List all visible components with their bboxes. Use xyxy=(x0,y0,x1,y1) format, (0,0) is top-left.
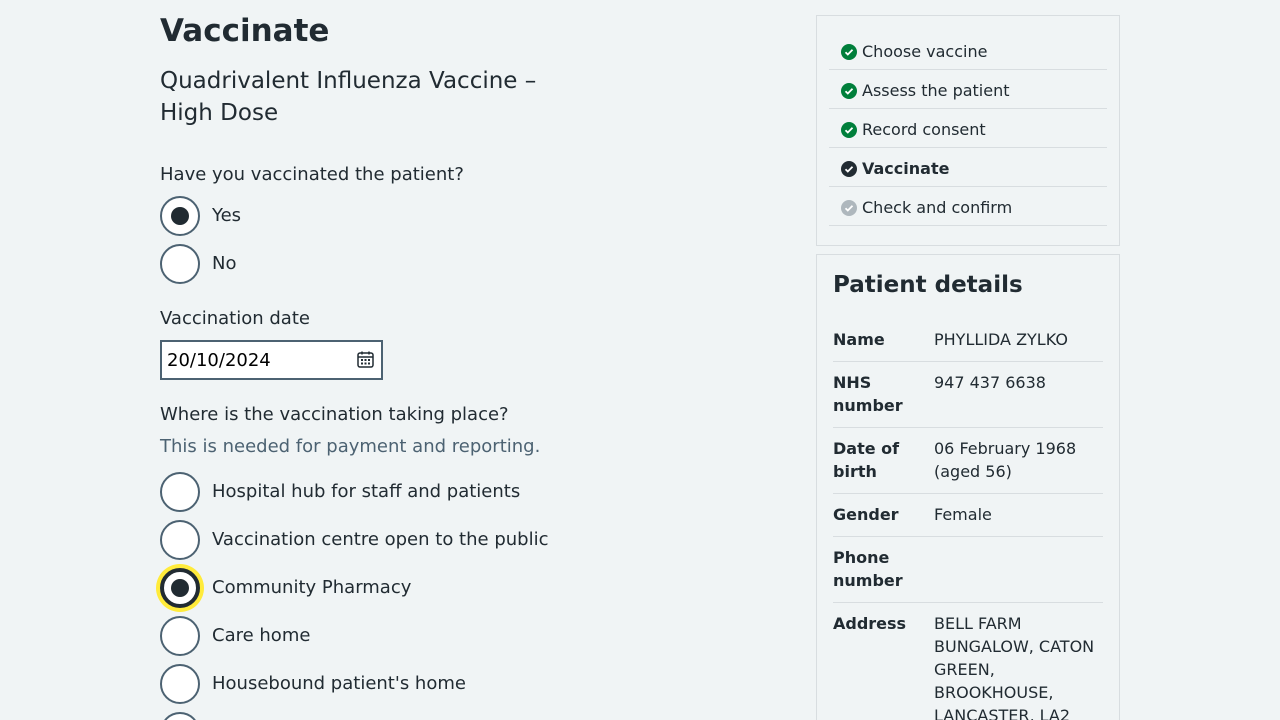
step-label: Vaccinate xyxy=(862,159,950,178)
radio-location-housebound[interactable]: Housebound patient's home xyxy=(160,664,466,704)
summary-value: PHYLLIDA ZYLKO xyxy=(934,330,1068,349)
radio-label: Care home xyxy=(212,625,311,646)
radio-label: Community Pharmacy xyxy=(212,577,412,598)
summary-value: 06 February 1968 (aged 56) xyxy=(934,439,1077,481)
step-vaccinate[interactable]: Vaccinate xyxy=(829,148,1107,187)
summary-row-gender: Gender Female xyxy=(833,494,1103,537)
summary-row-address: Address BELL FARM BUNGALOW, CATON GREEN,… xyxy=(833,603,1103,720)
radio-button[interactable] xyxy=(160,712,200,720)
radio-location-next[interactable] xyxy=(160,712,200,720)
radio-label: Vaccination centre open to the public xyxy=(212,529,549,550)
radio-location-vaccination-centre[interactable]: Vaccination centre open to the public xyxy=(160,520,548,560)
radio-button[interactable] xyxy=(160,196,200,236)
calendar-icon[interactable] xyxy=(357,351,374,368)
vaccination-date-label: Vaccination date xyxy=(160,308,310,329)
patient-summary-list: Name PHYLLIDA ZYLKO NHS number 947 437 6… xyxy=(833,319,1103,720)
radio-label: Hospital hub for staff and patients xyxy=(212,481,521,502)
summary-key: Address xyxy=(833,614,907,633)
summary-row-nhs-number: NHS number 947 437 6638 xyxy=(833,362,1103,428)
radio-location-care-home[interactable]: Care home xyxy=(160,616,310,656)
check-circle-icon xyxy=(841,121,857,138)
radio-label: Yes xyxy=(212,205,242,226)
summary-row-phone-number: Phone number xyxy=(833,537,1103,603)
radio-button[interactable] xyxy=(160,568,200,608)
summary-value: 947 437 6638 xyxy=(934,373,1046,392)
vaccination-date-field[interactable] xyxy=(160,340,383,380)
task-steps-panel: Choose vaccine Assess the patient Record… xyxy=(816,15,1120,246)
vaccination-date-input[interactable] xyxy=(167,349,347,371)
radio-label: No xyxy=(212,253,237,274)
vaccinated-question: Have you vaccinated the patient? xyxy=(160,164,464,185)
radio-button[interactable] xyxy=(160,520,200,560)
summary-key: Gender xyxy=(833,505,899,524)
check-circle-icon xyxy=(841,199,857,216)
check-circle-icon xyxy=(841,160,857,177)
location-question: Where is the vaccination taking place? xyxy=(160,404,509,425)
radio-location-community-pharmacy[interactable]: Community Pharmacy xyxy=(160,568,411,608)
radio-vaccinated-no[interactable]: No xyxy=(160,244,236,284)
summary-key: Phone number xyxy=(833,548,903,590)
step-record-consent[interactable]: Record consent xyxy=(829,109,1107,148)
patient-details-title: Patient details xyxy=(833,272,1023,298)
location-hint: This is needed for payment and reporting… xyxy=(160,436,541,457)
step-label: Record consent xyxy=(862,120,986,139)
radio-location-hospital-hub[interactable]: Hospital hub for staff and patients xyxy=(160,472,520,512)
summary-row-name: Name PHYLLIDA ZYLKO xyxy=(833,319,1103,362)
radio-button[interactable] xyxy=(160,664,200,704)
summary-value: BELL FARM BUNGALOW, CATON GREEN, BROOKHO… xyxy=(934,614,1095,720)
summary-row-date-of-birth: Date of birth 06 February 1968 (aged 56) xyxy=(833,428,1103,494)
page-title: Vaccinate xyxy=(160,13,330,49)
radio-button[interactable] xyxy=(160,472,200,512)
radio-button[interactable] xyxy=(160,616,200,656)
check-circle-icon xyxy=(841,82,857,99)
summary-value xyxy=(934,546,1102,592)
step-assess-patient[interactable]: Assess the patient xyxy=(829,70,1107,109)
summary-key: NHS number xyxy=(833,373,903,415)
check-circle-icon xyxy=(841,43,857,60)
radio-button[interactable] xyxy=(160,244,200,284)
radio-vaccinated-yes[interactable]: Yes xyxy=(160,196,241,236)
patient-details-panel: Patient details Name PHYLLIDA ZYLKO NHS … xyxy=(816,254,1120,720)
summary-key: Name xyxy=(833,330,885,349)
summary-value: Female xyxy=(934,505,992,524)
step-check-confirm[interactable]: Check and confirm xyxy=(829,187,1107,226)
vaccine-name: Quadrivalent Influenza Vaccine – High Do… xyxy=(160,68,537,126)
step-choose-vaccine[interactable]: Choose vaccine xyxy=(829,31,1107,70)
summary-key: Date of birth xyxy=(833,439,900,481)
step-label: Choose vaccine xyxy=(862,42,988,61)
step-label: Assess the patient xyxy=(862,81,1010,100)
step-label: Check and confirm xyxy=(862,198,1013,217)
radio-label: Housebound patient's home xyxy=(212,673,466,694)
